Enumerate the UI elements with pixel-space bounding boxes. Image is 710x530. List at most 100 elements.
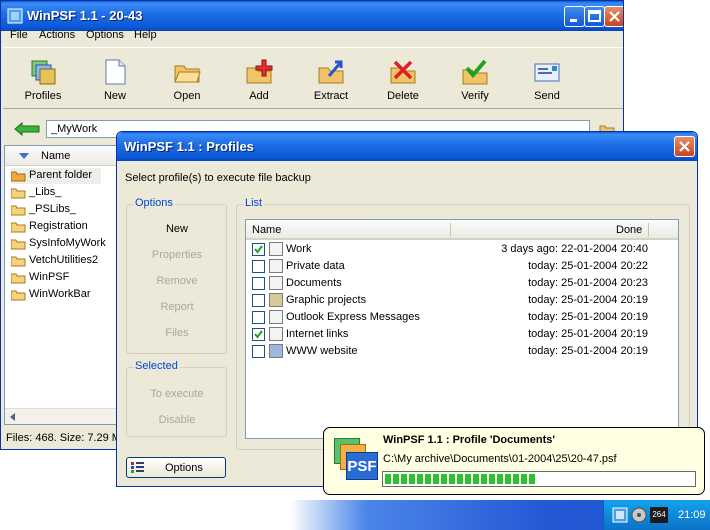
- scroll-left-icon[interactable]: [8, 412, 18, 422]
- profiles-icon: [31, 60, 56, 85]
- progress-segment: [393, 474, 399, 484]
- clock[interactable]: 21:09: [678, 509, 706, 521]
- verify-label: Verify: [461, 90, 489, 102]
- delete-button[interactable]: Delete: [370, 54, 436, 106]
- profile-row[interactable]: WWW website today: 25-01-2004 20:19: [246, 343, 678, 360]
- graphic-profile-icon: [269, 293, 283, 307]
- options-list-icon: [131, 462, 144, 473]
- column-name-header[interactable]: Name: [252, 224, 281, 236]
- menu-actions[interactable]: Actions: [39, 29, 75, 41]
- profile-row[interactable]: Work 3 days ago: 22-01-2004 20:40: [246, 241, 678, 258]
- profiles-list: Name Done Work 3 days ago: 22-01-2004 20…: [245, 219, 679, 439]
- menu-help[interactable]: Help: [134, 29, 157, 41]
- close-button[interactable]: [604, 6, 623, 27]
- verify-button[interactable]: Verify: [442, 54, 508, 106]
- progress-segment: [441, 474, 447, 484]
- column-divider: [450, 223, 451, 237]
- profile-checkbox[interactable]: [252, 294, 265, 307]
- profile-row[interactable]: Private data today: 25-01-2004 20:22: [246, 258, 678, 275]
- profile-row[interactable]: Graphic projects today: 25-01-2004 20:19: [246, 292, 678, 309]
- menu-file[interactable]: File: [10, 29, 28, 41]
- dialog-titlebar[interactable]: WinPSF 1.1 : Profiles: [117, 132, 697, 161]
- open-folder-icon: [174, 65, 201, 83]
- toolbar: Profiles New Open Add Extract Delete Ver…: [3, 47, 623, 109]
- extract-button[interactable]: Extract: [298, 54, 364, 106]
- progress-segment: [409, 474, 415, 484]
- folder-up-icon: [11, 171, 26, 182]
- files-button[interactable]: Files: [127, 327, 227, 339]
- profile-row[interactable]: Outlook Express Messages today: 25-01-20…: [246, 309, 678, 326]
- verify-icon: [462, 59, 488, 85]
- list-group: List Name Done Work 3 days ago: 22-01-20…: [236, 197, 690, 450]
- progress-segment: [417, 474, 423, 484]
- back-arrow-icon[interactable]: [13, 121, 41, 137]
- send-button[interactable]: Send: [514, 54, 580, 106]
- psf-logo-text: PSF: [346, 452, 378, 480]
- progress-segment: [521, 474, 527, 484]
- profile-row[interactable]: Internet links today: 25-01-2004 20:19: [246, 326, 678, 343]
- new-button[interactable]: New: [82, 54, 148, 106]
- new-label: New: [103, 90, 126, 102]
- minimize-button[interactable]: [564, 6, 585, 27]
- dialog-instruction: Select profile(s) to execute file backup: [125, 172, 311, 184]
- options-group-title: Options: [133, 197, 175, 209]
- progress-segment: [489, 474, 495, 484]
- progress-fill: [385, 474, 693, 484]
- progress-segment: [481, 474, 487, 484]
- profiles-button[interactable]: Profiles: [10, 54, 76, 106]
- options-button[interactable]: Options: [126, 457, 226, 478]
- profile-checkbox[interactable]: [252, 243, 265, 256]
- progress-segment: [497, 474, 503, 484]
- file-list-header[interactable]: Name: [5, 146, 123, 166]
- profile-checkbox[interactable]: [252, 277, 265, 290]
- column-done-header[interactable]: Done: [616, 224, 642, 236]
- profile-checkbox[interactable]: [252, 328, 265, 341]
- main-titlebar[interactable]: WinPSF 1.1 - 20-43: [1, 1, 623, 31]
- open-button[interactable]: Open: [154, 54, 220, 106]
- profile-icon: [269, 259, 283, 273]
- folder-icon: [11, 256, 26, 267]
- folder-icon: [11, 205, 26, 216]
- tray-app-icon[interactable]: [612, 507, 628, 523]
- options-button-label: Options: [165, 462, 203, 474]
- profile-checkbox[interactable]: [252, 311, 265, 324]
- profile-icon: [269, 327, 283, 341]
- properties-button[interactable]: Properties: [127, 249, 227, 261]
- popup-path: C:\My archive\Documents\01-2004\25\20-47…: [383, 453, 617, 465]
- file-item-parent[interactable]: Parent folder: [11, 168, 101, 184]
- delete-icon: [390, 60, 416, 84]
- profile-row[interactable]: Documents today: 25-01-2004 20:23: [246, 275, 678, 292]
- new-profile-button[interactable]: New: [127, 223, 227, 235]
- disable-button[interactable]: Disable: [127, 414, 227, 426]
- profile-checkbox[interactable]: [252, 260, 265, 273]
- progress-segment: [457, 474, 463, 484]
- profile-checkbox[interactable]: [252, 345, 265, 358]
- remove-button[interactable]: Remove: [127, 275, 227, 287]
- menu-options[interactable]: Options: [86, 29, 124, 41]
- folder-icon: [11, 290, 26, 301]
- maximize-icon: [588, 10, 601, 22]
- psf-logo: PSF: [334, 438, 378, 482]
- progress-segment: [513, 474, 519, 484]
- folder-icon: [11, 222, 26, 233]
- profile-icon: [269, 310, 283, 324]
- selected-group: Selected To execute Disable: [126, 360, 227, 437]
- disc-icon[interactable]: [631, 507, 647, 523]
- dialog-title: WinPSF 1.1 : Profiles: [124, 139, 254, 154]
- system-tray: 264 21:09: [603, 500, 710, 530]
- maximize-button[interactable]: [584, 6, 605, 27]
- taskbar: 264 21:09: [290, 500, 710, 530]
- progress-segment: [505, 474, 511, 484]
- report-button[interactable]: Report: [127, 301, 227, 313]
- progress-segment: [473, 474, 479, 484]
- progress-segment: [465, 474, 471, 484]
- progress-segment: [425, 474, 431, 484]
- add-icon: [246, 59, 273, 84]
- profiles-list-header: Name Done: [246, 220, 678, 240]
- dialog-close-button[interactable]: [674, 136, 695, 157]
- horizontal-scrollbar[interactable]: [5, 408, 123, 424]
- to-execute-button[interactable]: To execute: [127, 388, 227, 400]
- tray-badge[interactable]: 264: [650, 507, 668, 523]
- add-button[interactable]: Add: [226, 54, 292, 106]
- extract-label: Extract: [313, 90, 349, 102]
